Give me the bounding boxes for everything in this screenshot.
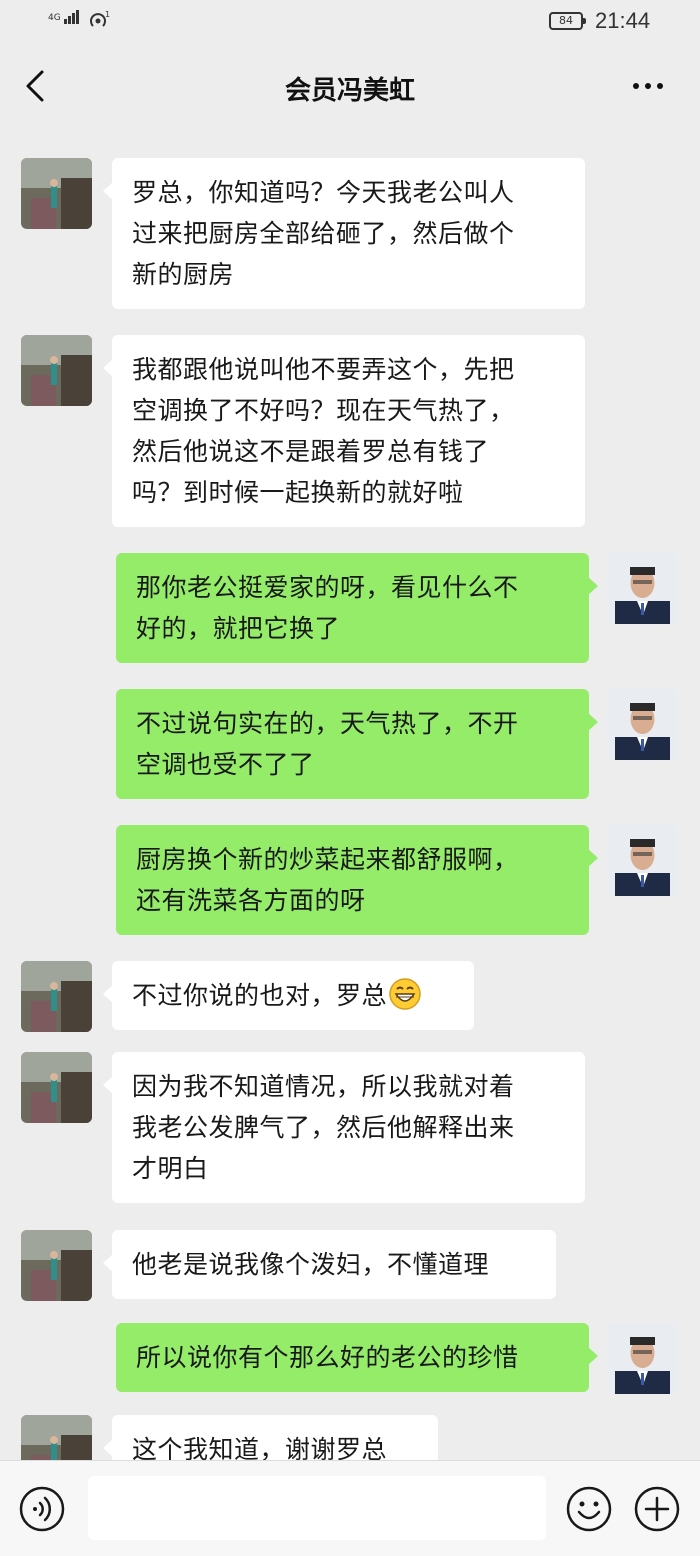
message-input[interactable] bbox=[88, 1476, 546, 1540]
contact-avatar[interactable] bbox=[21, 335, 92, 406]
message-list[interactable]: 罗总，你知道吗？今天我老公叫人 过来把厨房全部给砸了，然后做个 新的厨房 我都跟… bbox=[0, 130, 700, 1460]
grinning-face-emoji-icon bbox=[389, 978, 421, 1010]
message-bubble-incoming[interactable]: 因为我不知道情况，所以我就对着 我老公发脾气了，然后他解释出来 才明白 bbox=[103, 1052, 585, 1203]
more-dots-icon[interactable] bbox=[630, 78, 666, 94]
status-bar: 4G 1 84 21:44 bbox=[0, 0, 700, 44]
chat-header: 会员冯美虹 bbox=[0, 44, 700, 130]
contact-avatar[interactable] bbox=[21, 158, 92, 229]
emoji-smile-icon[interactable] bbox=[565, 1485, 613, 1533]
message-bubble-outgoing[interactable]: 不过说句实在的，天气热了，不开 空调也受不了了 bbox=[116, 689, 598, 799]
message-bubble-incoming[interactable]: 这个我知道，谢谢罗总 bbox=[103, 1415, 438, 1460]
status-time: 21:44 bbox=[595, 8, 651, 33]
message-bubble-outgoing[interactable]: 那你老公挺爱家的呀，看见什么不 好的，就把它换了 bbox=[116, 553, 598, 663]
self-avatar[interactable] bbox=[607, 553, 678, 624]
message-bubble-incoming[interactable]: 罗总，你知道吗？今天我老公叫人 过来把厨房全部给砸了，然后做个 新的厨房 bbox=[103, 158, 585, 309]
message-bubble-outgoing[interactable]: 所以说你有个那么好的老公的珍惜 bbox=[116, 1323, 598, 1392]
message-bubble-incoming[interactable]: 不过你说的也对，罗总 bbox=[103, 961, 474, 1030]
chat-title: 会员冯美虹 bbox=[284, 76, 415, 106]
contact-avatar[interactable] bbox=[21, 1230, 92, 1301]
self-avatar[interactable] bbox=[607, 689, 678, 760]
cell-signal-icon: 4G bbox=[48, 10, 80, 24]
voice-input-icon[interactable] bbox=[18, 1485, 66, 1533]
plus-circle-icon[interactable] bbox=[633, 1485, 681, 1533]
wifi-badge: 1 bbox=[105, 10, 110, 19]
input-bar bbox=[0, 1460, 700, 1556]
self-avatar[interactable] bbox=[607, 1323, 678, 1394]
wifi-hotspot-icon: 1 bbox=[90, 10, 110, 27]
message-text: 不过你说的也对，罗总 bbox=[132, 981, 388, 1010]
self-avatar[interactable] bbox=[607, 825, 678, 896]
contact-avatar[interactable] bbox=[21, 961, 92, 1032]
contact-avatar[interactable] bbox=[21, 1052, 92, 1123]
battery-indicator: 84 bbox=[549, 12, 586, 30]
network-type: 4G bbox=[48, 13, 61, 23]
message-bubble-incoming[interactable]: 他老是说我像个泼妇，不懂道理 bbox=[103, 1230, 556, 1299]
message-bubble-outgoing[interactable]: 厨房换个新的炒菜起来都舒服啊， 还有洗菜各方面的呀 bbox=[116, 825, 598, 935]
message-bubble-incoming[interactable]: 我都跟他说叫他不要弄这个，先把 空调换了不好吗？现在天气热了， 然后他说这不是跟… bbox=[103, 335, 585, 527]
contact-avatar[interactable] bbox=[21, 1415, 92, 1460]
